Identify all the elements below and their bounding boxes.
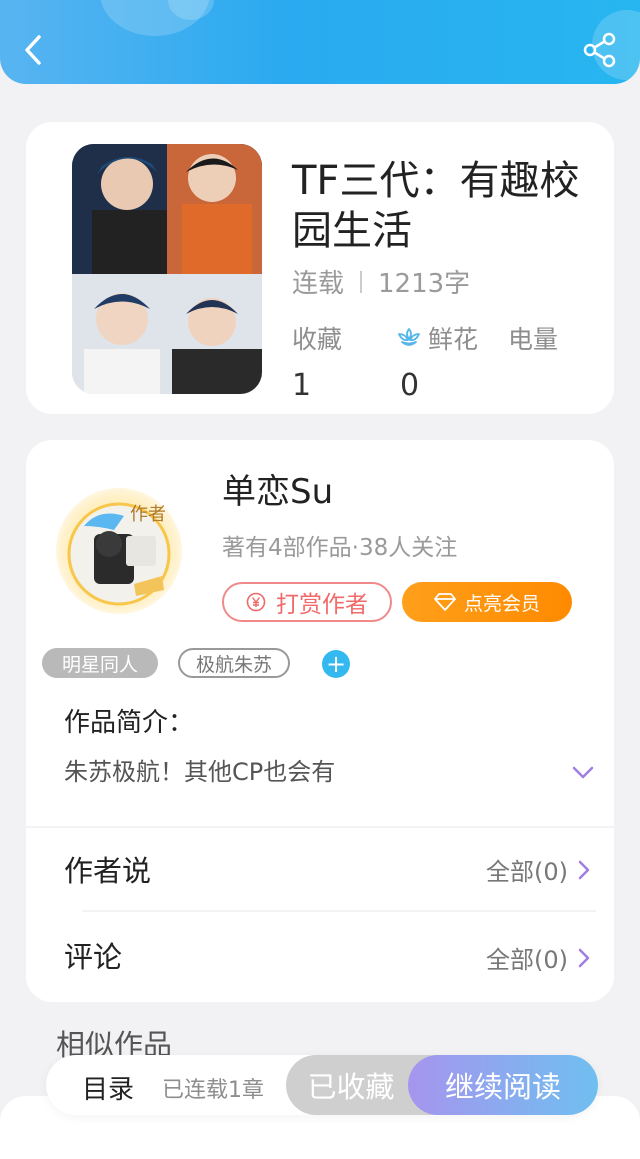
- word-count: 1213字: [378, 269, 471, 299]
- favorited-label: 已收藏: [307, 1070, 395, 1104]
- favorites-value: 1: [292, 368, 312, 403]
- author-says-count: 全部(0): [486, 858, 568, 886]
- comments-label: 评论: [64, 940, 123, 974]
- toc-button[interactable]: 目录: [82, 1069, 134, 1106]
- author-card: 作者 单恋Su 著有4部作品·38人关注 打赏作者 点亮会员 明星同人 极航朱苏…: [26, 440, 614, 1002]
- tag-category[interactable]: 明星同人: [42, 648, 158, 678]
- top-header: [0, 0, 640, 84]
- expand-chevron-icon[interactable]: [572, 766, 594, 780]
- reward-author-button[interactable]: 打赏作者: [222, 582, 392, 622]
- chevron-left-icon: [25, 35, 41, 65]
- flowers-label: 鲜花: [428, 325, 479, 354]
- chevron-right-icon: [578, 860, 590, 879]
- share-icon: [583, 32, 616, 68]
- comments-all[interactable]: 全部(0): [486, 940, 590, 975]
- intro-text: 朱苏极航！其他CP也会有: [64, 758, 336, 786]
- reward-label: 打赏作者: [276, 592, 368, 618]
- intro-title: 作品简介：: [64, 708, 195, 738]
- cover-art: [72, 144, 262, 394]
- comments-row[interactable]: 评论 全部(0): [26, 912, 614, 998]
- meta-divider: [360, 270, 363, 293]
- book-title: TF三代：有趣校园生活: [292, 158, 580, 254]
- author-avatar[interactable]: 作者: [54, 486, 184, 616]
- add-tag-button[interactable]: +: [322, 650, 350, 678]
- author-meta: 著有4部作品·38人关注: [222, 535, 458, 561]
- chevron-right-icon: [578, 948, 590, 967]
- tag-pairing[interactable]: 极航朱苏: [178, 648, 290, 678]
- book-info-card: TF三代：有趣校园生活 连载 1213字 收藏 鲜花 电量 1 0: [26, 122, 614, 414]
- flowers-value: 0: [400, 368, 420, 403]
- author-says-row[interactable]: 作者说 全部(0): [26, 828, 614, 910]
- yen-coin-icon: [246, 592, 266, 612]
- flowers-stat[interactable]: 鲜花: [396, 320, 478, 356]
- comments-count: 全部(0): [486, 946, 568, 974]
- author-says-label: 作者说: [64, 854, 152, 888]
- chapter-count: 已连载1章: [162, 1078, 264, 1103]
- author-says-all[interactable]: 全部(0): [486, 852, 590, 887]
- continue-reading-button[interactable]: 继续阅读: [408, 1055, 598, 1115]
- power-label: 电量: [508, 325, 559, 354]
- bottom-action-bar: 目录 已连载1章 已收藏 继续阅读: [46, 1055, 598, 1115]
- favorites-label: 收藏: [292, 325, 343, 354]
- author-badge: 作者: [130, 504, 166, 525]
- vip-label: 点亮会员: [463, 592, 540, 615]
- continue-reading-label: 继续阅读: [444, 1070, 561, 1104]
- serial-status: 连载: [292, 269, 345, 299]
- diamond-icon: [434, 593, 456, 611]
- book-cover-image[interactable]: [72, 144, 262, 394]
- flower-icon: [398, 328, 420, 346]
- back-button[interactable]: [18, 30, 48, 70]
- book-meta: 连载 1213字: [292, 263, 470, 300]
- author-name[interactable]: 单恋Su: [222, 464, 333, 513]
- vip-button[interactable]: 点亮会员: [402, 582, 572, 622]
- share-button[interactable]: [582, 32, 618, 68]
